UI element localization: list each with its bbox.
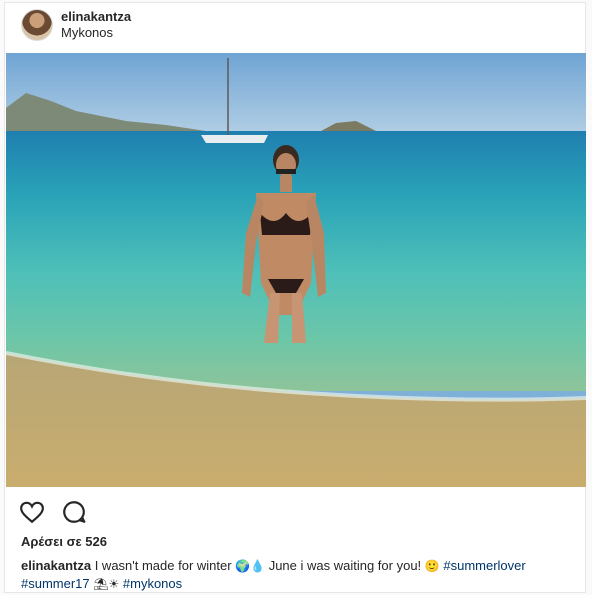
earth-droplet-emoji: 🌍💧 <box>235 559 266 573</box>
avatar[interactable] <box>21 9 53 41</box>
post-username[interactable]: elinakantza <box>61 9 131 24</box>
caption-username[interactable]: elinakantza <box>21 558 91 573</box>
likes-count[interactable]: Αρέσει σε 526 <box>21 534 107 549</box>
post-header: elinakantza Mykonos <box>5 3 585 53</box>
post-location[interactable]: Mykonos <box>61 25 113 40</box>
caption-text-1: I wasn't made for winter <box>91 558 236 573</box>
heart-icon[interactable] <box>19 499 47 527</box>
hashtag-summerlover[interactable]: #summerlover <box>443 558 525 573</box>
hashtag-mykonos[interactable]: #mykonos <box>123 576 182 591</box>
post-photo[interactable] <box>6 53 586 487</box>
caption-text-2: June i was waiting for you! <box>265 558 425 573</box>
beach-sun-emoji: ⛱☀ <box>93 577 120 591</box>
comment-icon[interactable] <box>61 499 89 527</box>
hashtag-summer17[interactable]: #summer17 <box>21 576 90 591</box>
post-card: elinakantza Mykonos Αρέσει σε 526 elinak… <box>4 2 586 593</box>
smile-emoji: 🙂 <box>424 559 440 573</box>
post-caption: elinakantza I wasn't made for winter 🌍💧 … <box>21 557 576 593</box>
